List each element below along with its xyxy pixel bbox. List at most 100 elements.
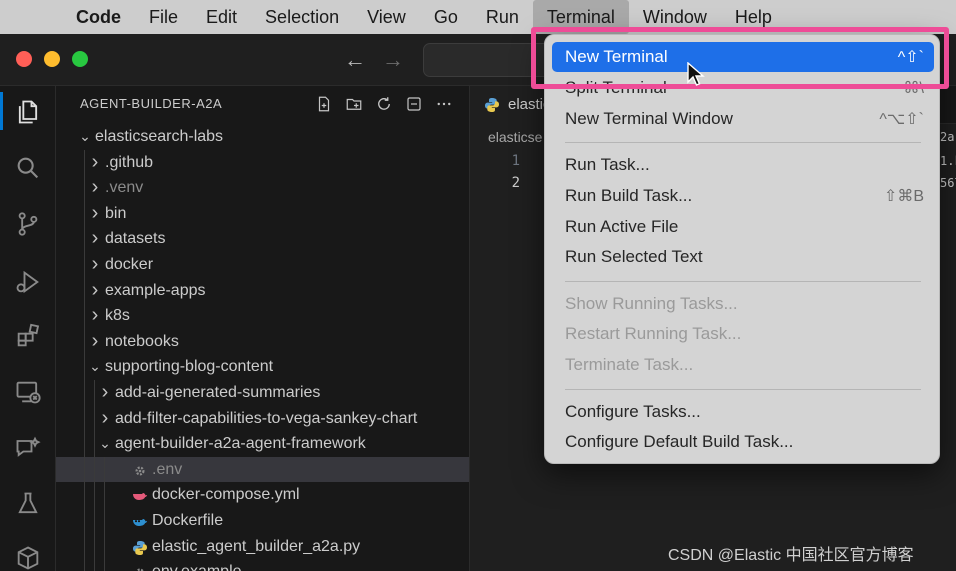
tree-item-label: docker (105, 255, 154, 273)
chevron-right-icon[interactable]: › (98, 406, 112, 432)
menu-item-run-build-task[interactable]: Run Build Task... ⇧⌘B (552, 181, 934, 211)
chevron-right-icon[interactable]: › (98, 380, 112, 406)
menu-item-label: Configure Default Build Task... (565, 432, 794, 452)
menu-item-run-selected-text[interactable]: Run Selected Text (552, 242, 934, 272)
extensions-icon[interactable] (12, 320, 44, 352)
tree-folder[interactable]: › k8s (56, 303, 469, 329)
chevron-right-icon[interactable]: › (88, 150, 102, 176)
breadcrumb[interactable]: elasticse (488, 129, 542, 145)
new-file-icon[interactable] (314, 94, 334, 114)
more-icon[interactable] (434, 94, 454, 114)
tree-folder[interactable]: › add-filter-capabilities-to-vega-sankey-… (56, 405, 469, 432)
tree-folder[interactable]: ⌄ supporting-blog-content (56, 354, 469, 380)
indent-guide (94, 533, 95, 560)
chevron-right-icon[interactable]: › (88, 329, 102, 355)
menu-window[interactable]: Window (629, 0, 721, 34)
menu-item-configure-tasks[interactable]: Configure Tasks... (552, 397, 934, 427)
tree-item-label: docker-compose.yml (152, 486, 300, 504)
indent-guide (84, 559, 85, 571)
arrow-left-icon[interactable]: ← (344, 47, 366, 73)
menu-item-label: Run Build Task... (565, 185, 693, 205)
tree-item-label: env.example (152, 559, 242, 571)
menu-terminal[interactable]: Terminal (532, 0, 629, 34)
chevron-right-icon[interactable]: › (88, 278, 102, 304)
tree-folder[interactable]: › notebooks (56, 328, 469, 355)
tree-folder[interactable]: › docker (56, 251, 469, 278)
chevron-right-icon[interactable]: › (88, 175, 102, 201)
files-icon[interactable] (12, 96, 44, 128)
tree-folder[interactable]: › datasets (56, 226, 469, 252)
testing-icon[interactable] (12, 488, 44, 520)
tree-file[interactable]: elastic_agent_builder_a2a.py (56, 533, 469, 560)
menu-item-run-active-file[interactable]: Run Active File (552, 212, 934, 242)
indent-guide (84, 251, 85, 278)
menu-go[interactable]: Go (420, 0, 472, 34)
close-window-button[interactable] (16, 51, 32, 67)
menu-item-terminate-task: Terminate Task... (552, 350, 934, 380)
tree-item-label: notebooks (105, 332, 179, 350)
apple-menu-area[interactable] (0, 0, 56, 34)
menu-item-configure-default-build-task[interactable]: Configure Default Build Task... (552, 427, 934, 457)
active-view-indicator (0, 92, 3, 130)
menu-selection[interactable]: Selection (251, 0, 353, 34)
chevron-right-icon[interactable]: › (88, 303, 102, 329)
chevron-down-icon[interactable]: ⌄ (98, 431, 112, 457)
tree-item-label: elasticsearch-labs (95, 128, 224, 145)
tree-folder[interactable]: ⌄ elasticsearch-labs (56, 124, 469, 150)
tree-folder[interactable]: › bin (56, 200, 469, 227)
indent-guide (84, 354, 85, 380)
collapse-all-icon[interactable] (404, 94, 424, 114)
indent-guide (84, 405, 85, 432)
line-number: 1 (511, 153, 520, 169)
menu-item-new-terminal-window[interactable]: New Terminal Window ^⌥⇧` (552, 104, 934, 134)
tree-folder[interactable]: › example-apps (56, 277, 469, 304)
chevron-right-icon[interactable]: › (88, 226, 102, 252)
run-debug-icon[interactable] (12, 266, 44, 298)
menu-view[interactable]: View (353, 0, 420, 34)
tree-folder[interactable]: ⌄ agent-builder-a2a-agent-framework (56, 431, 469, 457)
tree-file[interactable]: Dockerfile (56, 507, 469, 534)
tree-folder[interactable]: › add-ai-generated-summaries (56, 379, 469, 406)
chat-icon[interactable] (12, 432, 44, 464)
refresh-icon[interactable] (374, 94, 394, 114)
containers-icon[interactable] (12, 542, 44, 571)
tree-item-label: .venv (105, 179, 144, 197)
remote-explorer-icon[interactable] (12, 376, 44, 408)
source-control-icon[interactable] (12, 208, 44, 240)
menu-run[interactable]: Run (472, 0, 533, 34)
chevron-down-icon[interactable]: ⌄ (88, 354, 102, 380)
indent-guide (84, 456, 85, 483)
menu-separator (565, 280, 921, 282)
tree-folder[interactable]: › .venv (56, 175, 469, 201)
menu-item-run-task[interactable]: Run Task... (552, 150, 934, 180)
menu-item-label: Run Selected Text (565, 247, 703, 267)
new-folder-icon[interactable] (344, 94, 364, 114)
tree-file[interactable]: .env (56, 456, 469, 483)
indent-guide (84, 431, 85, 457)
chevron-down-icon[interactable]: ⌄ (78, 124, 92, 150)
menu-help[interactable]: Help (721, 0, 786, 34)
arrow-right-icon[interactable]: → (382, 47, 404, 73)
menu-file[interactable]: File (135, 0, 192, 34)
indent-guide (84, 277, 85, 304)
tree-folder[interactable]: › .github (56, 149, 469, 176)
menu-item-restart-running-task: Restart Running Task... (552, 319, 934, 349)
zoom-window-button[interactable] (72, 51, 88, 67)
indent-guide (104, 559, 105, 571)
menu-edit[interactable]: Edit (192, 0, 251, 34)
menu-item-show-running-tasks: Show Running Tasks... (552, 289, 934, 319)
chevron-right-icon[interactable]: › (88, 201, 102, 227)
minimize-window-button[interactable] (44, 51, 60, 67)
tree-file[interactable]: env.example (56, 559, 469, 571)
chevron-right-icon[interactable]: › (88, 252, 102, 278)
menu-item-split-terminal[interactable]: Split Terminal ⌘\ (552, 73, 934, 103)
explorer-title: AGENT-BUILDER-A2A (80, 96, 223, 111)
search-icon[interactable] (12, 152, 44, 184)
menu-item-label: Configure Tasks... (565, 401, 701, 421)
tree-file[interactable]: docker-compose.yml (56, 482, 469, 508)
menu-item-new-terminal[interactable]: New Terminal ^⇧` (552, 42, 934, 72)
menu-code[interactable]: Code (56, 0, 135, 34)
indent-guide (84, 226, 85, 252)
tree-item-label: add-ai-generated-summaries (115, 383, 321, 401)
menu-item-label: Restart Running Task... (565, 324, 742, 344)
